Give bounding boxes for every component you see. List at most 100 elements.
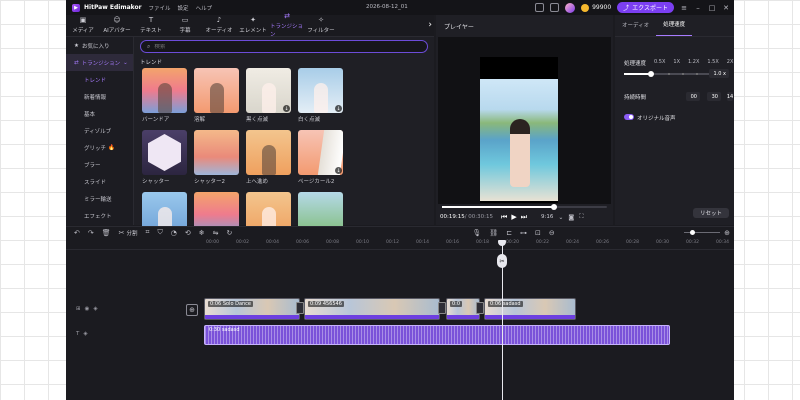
menu-settings[interactable]: 設定	[178, 4, 189, 12]
sidebar-sub-mirror[interactable]: ミラー輪送	[66, 190, 133, 207]
transition-item-push-up[interactable]: 上へ進め	[246, 130, 291, 185]
duration-hours[interactable]: 00	[686, 92, 700, 101]
slider-handle[interactable]	[648, 71, 654, 77]
link-icon[interactable]: ⛓	[489, 229, 498, 237]
minimize-icon[interactable]: –	[694, 4, 702, 12]
duration-minutes[interactable]: 30	[707, 92, 721, 101]
gift-icon[interactable]	[550, 3, 560, 12]
rotate-icon[interactable]: ↻	[226, 229, 232, 237]
sidebar-sub-blur[interactable]: ブラー	[66, 156, 133, 173]
tab-elements[interactable]: ✦ エレメント	[236, 15, 270, 36]
speed-tick[interactable]: 1.2X	[688, 59, 699, 65]
next-frame-icon[interactable]: ⏭	[521, 213, 527, 222]
transition-item-black-flash[interactable]: ↓ 黒く点滅	[246, 68, 291, 123]
menu-help[interactable]: ヘルプ	[196, 4, 213, 12]
tab-filters[interactable]: ✧ フィルター	[304, 15, 338, 36]
sidebar-item-transitions[interactable]: ⇄ トランジション ⌄	[66, 54, 133, 71]
split-button[interactable]: 分割	[127, 229, 138, 237]
maximize-icon[interactable]: □	[708, 4, 716, 12]
speed-slider[interactable]	[624, 71, 714, 77]
transition-item-barndoor[interactable]: バーンドア	[142, 68, 187, 123]
mic-icon[interactable]: 🎙	[472, 229, 481, 237]
speed-tick[interactable]: 0.5X	[654, 59, 665, 65]
speed-icon[interactable]: ◔	[171, 229, 177, 237]
tab-ai-avatar[interactable]: ☺ AIアバター	[100, 15, 134, 36]
tab-audio[interactable]: ♪ オーディオ	[202, 15, 236, 36]
zoom-in-icon[interactable]: ⊕	[724, 229, 730, 237]
tab-transitions[interactable]: ⇄ トランジション	[270, 13, 304, 39]
tab-text[interactable]: T テキスト	[134, 15, 168, 36]
chain-icon[interactable]: ⊶	[520, 229, 527, 237]
avatar[interactable]	[565, 2, 576, 13]
sidebar-sub-slide[interactable]: スライド	[66, 173, 133, 190]
transition-marker[interactable]	[476, 302, 484, 314]
chevron-right-icon[interactable]: ›	[428, 20, 432, 30]
add-media-button[interactable]: ⊕	[186, 304, 198, 316]
redo-icon[interactable]: ↷	[88, 229, 94, 237]
sidebar-sub-basic[interactable]: 基本	[66, 105, 133, 122]
snap-icon[interactable]: ⊏	[506, 229, 512, 237]
mirror-icon[interactable]: ⇋	[213, 229, 219, 237]
undo-icon[interactable]: ↶	[74, 229, 80, 237]
crop-icon[interactable]: ⌗	[146, 228, 150, 237]
zoom-fit-icon[interactable]: ⊡	[535, 229, 541, 237]
shield-icon[interactable]: ⛉	[157, 228, 162, 237]
download-icon[interactable]: ↓	[335, 105, 342, 112]
transition-marker[interactable]	[438, 302, 446, 314]
sidebar-sub-glitch[interactable]: グリッチ 🔥	[66, 139, 133, 156]
transition-item-dissolve[interactable]: 溶解	[194, 68, 239, 123]
lock-icon[interactable]: ⊞	[76, 306, 81, 312]
original-pitch-toggle[interactable]	[624, 114, 634, 120]
download-icon[interactable]: ↓	[335, 167, 342, 174]
sidebar-sub-new[interactable]: 新着情報	[66, 88, 133, 105]
sidebar-item-favorites[interactable]: ★ お気に入り	[66, 37, 133, 54]
aspect-ratio-select[interactable]: 9:16	[541, 214, 553, 220]
transition-item-shutter[interactable]: シャッター	[142, 130, 187, 185]
zoom-out-icon[interactable]: ⊖	[549, 229, 555, 237]
video-clip[interactable]: 0:06 sadasd	[484, 298, 576, 320]
transition-item-white-flash[interactable]: ↓ 白く点滅	[298, 68, 343, 123]
sidebar-sub-effect[interactable]: エフェクト	[66, 207, 133, 224]
trash-icon[interactable]: 🗑	[102, 229, 111, 237]
duration-frames[interactable]: 14	[727, 92, 733, 101]
transition-marker[interactable]	[296, 302, 304, 314]
video-clip[interactable]: 0:06 Solo Dance	[204, 298, 300, 320]
audio-mute-icon[interactable]: ◈	[83, 331, 87, 337]
play-icon[interactable]: ▶	[511, 213, 516, 221]
split-icon[interactable]: ✂	[119, 229, 125, 237]
menu-icon[interactable]: ≡	[680, 4, 688, 12]
mute-icon[interactable]: ◈	[93, 306, 97, 312]
layout-icon[interactable]	[535, 3, 545, 12]
playback-scrubber[interactable]	[442, 204, 607, 210]
audio-clip[interactable]: 0:30 sadasd	[204, 325, 670, 345]
transition-item-shutter2[interactable]: シャッター2	[194, 130, 239, 185]
playhead-split-icon[interactable]: ✂	[497, 254, 507, 268]
speed-tick[interactable]: 1X	[673, 59, 680, 65]
tab-media[interactable]: ▣ メディア	[66, 15, 100, 36]
tab-audio-props[interactable]: オーディオ	[615, 21, 656, 36]
sidebar-sub-trend[interactable]: トレンド	[66, 71, 133, 88]
timeline-ruler[interactable]: 00:00 00:02 00:04 00:06 00:08 00:10 00:12 00:14…	[66, 238, 734, 250]
reset-button[interactable]: リセット	[693, 208, 729, 218]
transition-item-page-curl2[interactable]: ↓ ページカール2	[298, 130, 343, 185]
video-clip[interactable]: 0:0	[446, 298, 480, 320]
speed-input[interactable]: 1.0 x	[709, 69, 729, 78]
search-input[interactable]	[154, 43, 405, 50]
sidebar-sub-dissolve[interactable]: ディゾルブ	[66, 122, 133, 139]
camera-icon[interactable]: ◙	[568, 214, 574, 221]
tab-speed[interactable]: 処理速度	[656, 20, 693, 36]
tab-subtitles[interactable]: ▭ 字幕	[168, 15, 202, 36]
eye-icon[interactable]: ◉	[85, 306, 90, 312]
fullscreen-icon[interactable]: ⛶	[579, 213, 583, 221]
freeze-icon[interactable]: ❄	[199, 229, 205, 237]
scrubber-handle[interactable]	[551, 204, 558, 210]
zoom-slider[interactable]	[684, 230, 720, 235]
speed-tick[interactable]: 2X	[727, 59, 734, 65]
prev-frame-icon[interactable]: ⏮	[501, 213, 507, 222]
zoom-handle[interactable]	[690, 230, 695, 235]
export-button[interactable]: ⤴ エクスポート	[617, 2, 674, 13]
chevron-down-icon[interactable]: ⌄	[558, 214, 563, 221]
download-icon[interactable]: ↓	[283, 105, 290, 112]
reverse-icon[interactable]: ⟲	[185, 229, 191, 237]
menu-file[interactable]: ファイル	[149, 4, 171, 12]
